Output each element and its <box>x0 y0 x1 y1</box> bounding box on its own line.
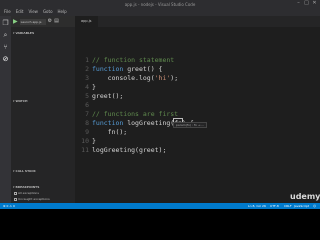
watch-label: WATCH <box>15 99 28 103</box>
code-line[interactable]: 5 greet(); <box>75 92 320 101</box>
code-token: } <box>92 83 96 91</box>
line-number: 8 <box>85 119 89 127</box>
line-content: fn(); <box>92 128 128 137</box>
code-token: logGreeting(greet); <box>92 146 167 154</box>
breakpoint-uncaught-exceptions[interactable]: Uncaught exceptions <box>14 197 74 202</box>
chevron-down-icon: ▾ <box>13 31 15 35</box>
code-token: greet(); <box>92 92 124 100</box>
chevron-down-icon: ▾ <box>13 185 15 189</box>
editor-tab-app-js[interactable]: app.js <box>75 16 98 27</box>
code-line[interactable]: 7// functions are first <box>75 110 320 119</box>
code-line[interactable]: 4} <box>75 83 320 92</box>
code-line[interactable]: 2 function greet() { <box>75 65 320 74</box>
breakpoint-label: Uncaught exceptions <box>18 197 50 201</box>
checkbox[interactable] <box>14 198 17 201</box>
git-icon[interactable]: ⑂ <box>2 44 9 51</box>
chevron-down-icon: ▾ <box>13 99 15 103</box>
gear-icon[interactable]: ⚙ <box>48 19 52 24</box>
files-icon[interactable]: ❐ <box>2 20 9 27</box>
window-title: app.js - nodejs - Visual Studio Code <box>124 2 196 7</box>
call-stack-label: CALL STACK <box>15 169 36 173</box>
line-content: greet(); <box>92 92 123 101</box>
variables-header[interactable]: ▾VARIABLES <box>11 30 75 36</box>
chevron-down-icon: ▾ <box>13 169 15 173</box>
menu-file[interactable]: File <box>4 8 11 16</box>
line-content: } <box>92 83 96 92</box>
search-icon[interactable]: ⌕ <box>2 32 9 39</box>
launch-config-select[interactable]: Launch app.js <box>19 18 46 25</box>
debug-toolbar: ▶ Launch app.js ⚙ ▤ <box>11 16 75 27</box>
activity-bar: ❐ ⌕ ⑂ ⊘ <box>0 16 11 203</box>
code-token: // functions are first <box>92 110 179 118</box>
maximize-icon[interactable]: □ <box>304 1 309 6</box>
breakpoints-label: BREAKPOINTS <box>15 185 40 189</box>
code-line[interactable]: 1// function statement <box>75 56 320 65</box>
line-number: 3 <box>85 74 89 82</box>
watch-header[interactable]: ▾WATCH <box>11 98 75 104</box>
start-debugging-icon[interactable]: ▶ <box>13 18 18 25</box>
code-token: function <box>92 119 124 127</box>
debug-sidebar: ▶ Launch app.js ⚙ ▤ ▾VARIABLES ▾WATCH ▾C… <box>11 16 75 203</box>
parameter-hint-tooltip: param(fn) : fn → ... <box>173 122 208 128</box>
code-token: } <box>92 137 96 145</box>
menu-help[interactable]: Help <box>58 8 67 16</box>
checkbox[interactable] <box>14 192 17 195</box>
menu-view[interactable]: View <box>28 8 38 16</box>
code-token: ); <box>170 74 179 82</box>
code-line[interactable]: 11 logGreeting(greet); <box>75 146 320 155</box>
menu-edit[interactable]: Edit <box>16 8 24 16</box>
editor-area: app.js 1// function statement 2 function g… <box>75 16 320 203</box>
line-content: console.log('hi'); <box>92 74 178 83</box>
line-number: 1 <box>85 56 89 64</box>
code-token: // function statement <box>92 56 175 64</box>
code-line[interactable]: 10} <box>75 137 320 146</box>
variables-label: VARIABLES <box>15 31 35 35</box>
line-content: } <box>92 137 96 146</box>
code-token: greet() { <box>123 65 163 73</box>
line-number: 5 <box>85 92 89 100</box>
code-token: function <box>92 65 124 73</box>
editor-tab-bar: app.js <box>75 16 320 27</box>
line-number: 10 <box>81 137 89 145</box>
line-number: 9 <box>85 128 89 136</box>
debug-icon[interactable]: ⊘ <box>2 56 9 63</box>
code-token: logGreeting( <box>123 119 175 127</box>
udemy-logo: udemy <box>290 192 320 201</box>
breakpoint-all-exceptions[interactable]: All exceptions <box>14 191 74 196</box>
minimize-icon[interactable]: – <box>296 1 301 6</box>
debug-console-icon[interactable]: ▤ <box>54 19 59 24</box>
code-line[interactable]: 9 fn(); <box>75 128 320 137</box>
breakpoint-label: All exceptions <box>18 191 39 195</box>
code-token: console.log( <box>92 74 155 82</box>
line-number: 4 <box>85 83 89 91</box>
line-content: logGreeting(greet); <box>92 146 166 155</box>
close-icon[interactable]: ✕ <box>312 1 317 6</box>
line-content: // functions are first <box>92 110 178 119</box>
line-number: 2 <box>85 65 89 73</box>
code-token: 'hi' <box>154 74 171 82</box>
line-content: function greet() { <box>92 65 162 74</box>
code-token: fn(); <box>92 128 128 136</box>
code-line[interactable]: 3 console.log('hi'); <box>75 74 320 83</box>
code-line[interactable]: 6 <box>75 101 320 110</box>
line-number: 11 <box>81 146 89 154</box>
line-number: 7 <box>85 110 89 118</box>
menu-goto[interactable]: Goto <box>43 8 53 16</box>
title-bar: app.js - nodejs - Visual Studio Code – □… <box>0 0 320 8</box>
breakpoints-header[interactable]: ▾BREAKPOINTS <box>11 184 75 190</box>
menu-bar: File Edit View Goto Help <box>0 8 320 16</box>
code-editor[interactable]: 1// function statement 2 function greet() … <box>75 56 320 155</box>
letterbox-bottom <box>0 209 320 240</box>
line-content: // function statement <box>92 56 174 65</box>
line-number: 6 <box>85 101 89 109</box>
call-stack-header[interactable]: ▾CALL STACK <box>11 168 75 174</box>
